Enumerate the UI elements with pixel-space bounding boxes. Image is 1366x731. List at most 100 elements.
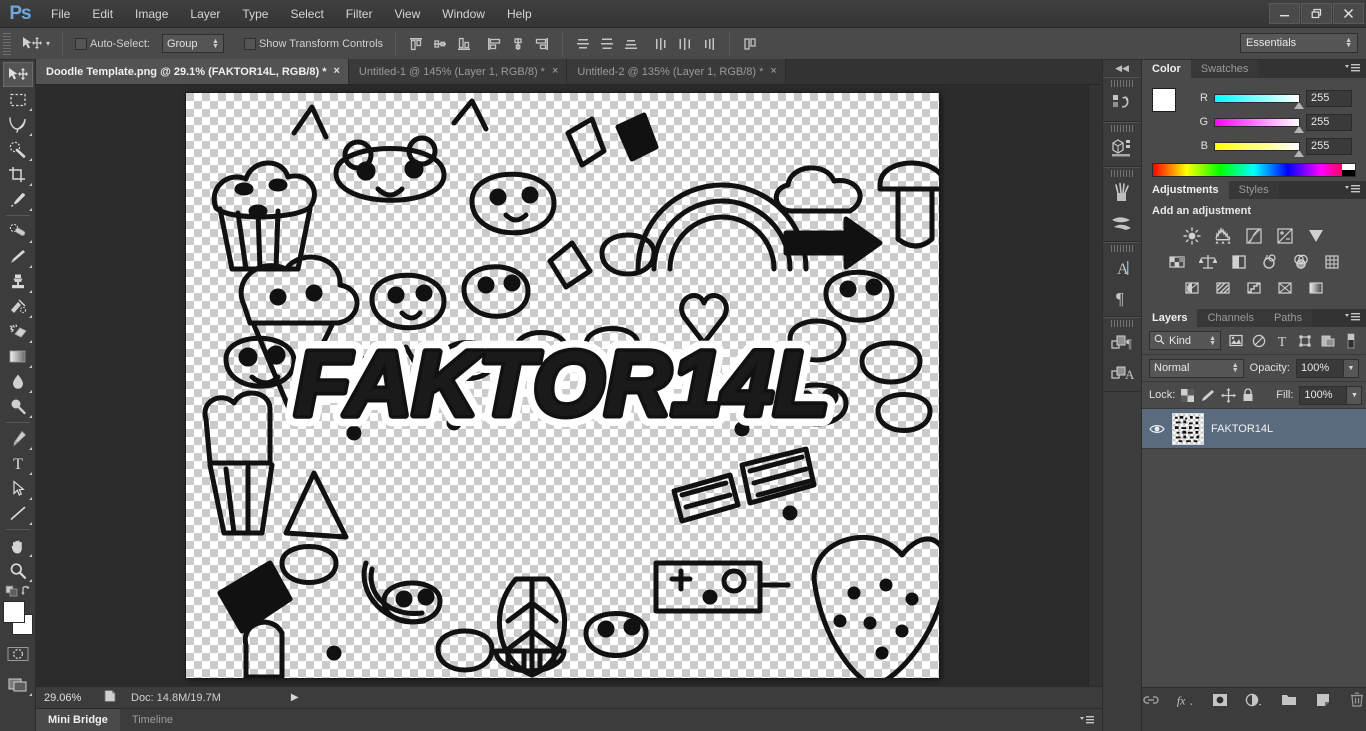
exposure-adjustment-icon[interactable] <box>1273 226 1297 246</box>
tool-expand-triangle-icon[interactable] <box>28 158 32 161</box>
channel-slider-r[interactable] <box>1214 93 1304 109</box>
filter-smart-object-layers-icon[interactable] <box>1320 331 1336 350</box>
document-thumb-icon[interactable] <box>103 689 117 706</box>
blend-mode-spinner-icon[interactable]: ▲ ▼ <box>1232 362 1239 374</box>
paragraph-styles-panel-icon[interactable]: A <box>1103 358 1141 388</box>
tab-timeline[interactable]: Timeline <box>120 709 185 731</box>
fill-value[interactable]: 100% <box>1299 385 1348 405</box>
tool-expand-triangle-icon[interactable] <box>28 265 32 268</box>
tab-channels[interactable]: Channels <box>1197 309 1264 327</box>
channel-value-b[interactable]: 255 <box>1306 137 1352 155</box>
clone-stamp-tool[interactable] <box>3 269 33 294</box>
tab-paths[interactable]: Paths <box>1263 309 1313 327</box>
panel-menu-icon[interactable] <box>1345 184 1361 194</box>
move-tool[interactable] <box>2 62 33 87</box>
lock-position-icon[interactable] <box>1221 386 1237 405</box>
panel-menu-icon[interactable] <box>1345 63 1361 73</box>
scope-spinner-icon[interactable]: ▲ ▼ <box>212 38 219 50</box>
layers-empty-area[interactable] <box>1142 449 1366 687</box>
auto-select-checkbox[interactable] <box>75 37 88 50</box>
tool-expand-triangle-icon[interactable] <box>28 108 32 111</box>
history-brush-tool[interactable] <box>3 294 33 319</box>
gradient-tool[interactable] <box>3 344 33 369</box>
tool-expand-triangle-icon[interactable] <box>28 240 32 243</box>
character-styles-panel-icon[interactable]: ¶ <box>1103 328 1141 358</box>
artboard[interactable]: FAKTOR14L FAKTOR14L FAKTOR14L <box>186 93 939 678</box>
filter-type-layers-icon[interactable]: T <box>1274 331 1290 350</box>
align-bottom-edges-icon[interactable] <box>454 34 474 54</box>
close-icon[interactable]: × <box>552 66 558 77</box>
channel-slider-thumb[interactable] <box>1294 149 1304 157</box>
bottom-panel-menu-icon[interactable] <box>1080 715 1094 728</box>
tool-expand-triangle-icon[interactable] <box>28 390 32 393</box>
screen-mode-icon[interactable] <box>3 672 33 697</box>
menu-select[interactable]: Select <box>279 0 334 28</box>
threshold-adjustment-icon[interactable] <box>1242 278 1266 298</box>
tool-expand-triangle-icon[interactable] <box>28 290 32 293</box>
kind-spinner-icon[interactable]: ▲ ▼ <box>1209 335 1216 347</box>
new-group-icon[interactable] <box>1280 691 1297 709</box>
menu-type[interactable]: Type <box>231 0 279 28</box>
eyedropper-tool[interactable] <box>3 187 33 212</box>
brightness-contrast-adjustment-icon[interactable] <box>1180 226 1204 246</box>
dock-group-grip[interactable] <box>1111 80 1133 87</box>
selective-color-adjustment-icon[interactable] <box>1273 278 1297 298</box>
tool-expand-triangle-icon[interactable] <box>28 579 32 582</box>
menu-edit[interactable]: Edit <box>81 0 124 28</box>
opacity-value[interactable]: 100% <box>1296 358 1344 378</box>
photo-filter-adjustment-icon[interactable] <box>1258 252 1282 272</box>
tool-expand-triangle-icon[interactable] <box>28 522 32 525</box>
distribute-horizontal-centers-icon[interactable] <box>675 34 695 54</box>
tab-mini-bridge[interactable]: Mini Bridge <box>36 708 120 731</box>
channel-slider-b[interactable] <box>1214 141 1304 157</box>
hue-saturation-adjustment-icon[interactable] <box>1165 252 1189 272</box>
layer-thumbnail[interactable] <box>1172 412 1204 445</box>
dock-group-grip[interactable] <box>1111 170 1133 177</box>
color-panel-foreground-swatch[interactable] <box>1152 88 1176 112</box>
layer-styles-fx-icon[interactable]: fx <box>1176 691 1194 709</box>
filter-pixel-layers-icon[interactable] <box>1228 331 1244 350</box>
tab-adjustments[interactable]: Adjustments <box>1142 181 1229 199</box>
gradient-map-adjustment-icon[interactable] <box>1304 278 1328 298</box>
canvas-vertical-scrollbar[interactable] <box>1088 85 1102 686</box>
close-icon[interactable] <box>1333 3 1364 24</box>
align-right-edges-icon[interactable] <box>532 34 552 54</box>
menu-file[interactable]: File <box>40 0 81 28</box>
filter-shape-layers-icon[interactable] <box>1297 331 1313 350</box>
workspace-spinner-icon[interactable]: ▲ ▼ <box>1345 37 1352 49</box>
new-adjustment-layer-icon[interactable] <box>1245 691 1263 709</box>
panel-menu-icon[interactable] <box>1345 312 1361 322</box>
dock-group-grip[interactable] <box>1111 320 1133 327</box>
minimize-icon[interactable] <box>1269 3 1300 24</box>
tab-styles[interactable]: Styles <box>1228 181 1279 199</box>
collapse-panels-icon[interactable]: ◀◀ <box>1103 60 1141 77</box>
tool-expand-triangle-icon[interactable] <box>28 340 32 343</box>
show-transform-checkbox[interactable] <box>243 37 256 50</box>
tab-color[interactable]: Color <box>1142 60 1191 78</box>
quick-selection-tool[interactable] <box>3 137 33 162</box>
distribute-bottom-edges-icon[interactable] <box>621 34 641 54</box>
align-vertical-centers-icon[interactable] <box>430 34 450 54</box>
invert-adjustment-icon[interactable] <box>1180 278 1204 298</box>
foreground-color-swatch[interactable] <box>2 601 25 623</box>
paragraph-panel-icon[interactable]: ¶ <box>1103 283 1141 313</box>
vibrance-adjustment-icon[interactable] <box>1304 226 1328 246</box>
fill-dropdown-arrow-icon[interactable]: ▼ <box>1347 385 1363 405</box>
dock-group-grip[interactable] <box>1111 125 1133 132</box>
eraser-tool[interactable] <box>3 319 33 344</box>
rectangular-marquee-tool[interactable] <box>3 87 33 112</box>
menu-window[interactable]: Window <box>431 0 496 28</box>
link-layers-icon[interactable] <box>1142 691 1159 709</box>
tool-expand-triangle-icon[interactable] <box>28 133 32 136</box>
channel-mixer-adjustment-icon[interactable] <box>1289 252 1313 272</box>
tool-expand-triangle-icon[interactable] <box>28 365 32 368</box>
tool-expand-triangle-icon[interactable] <box>28 208 32 211</box>
document-tab-untitled-2[interactable]: Untitled-2 @ 135% (Layer 1, RGB/8) * × <box>567 59 786 84</box>
canvas-area[interactable]: FAKTOR14L FAKTOR14L FAKTOR14L <box>36 85 1102 686</box>
quick-mask-mode-icon[interactable] <box>3 641 33 666</box>
tab-layers[interactable]: Layers <box>1142 309 1198 327</box>
filter-adjustment-layers-icon[interactable] <box>1251 331 1267 350</box>
menu-layer[interactable]: Layer <box>179 0 231 28</box>
tool-preset-chevron-icon[interactable]: ▾ <box>46 39 50 48</box>
path-selection-tool[interactable] <box>3 476 33 501</box>
